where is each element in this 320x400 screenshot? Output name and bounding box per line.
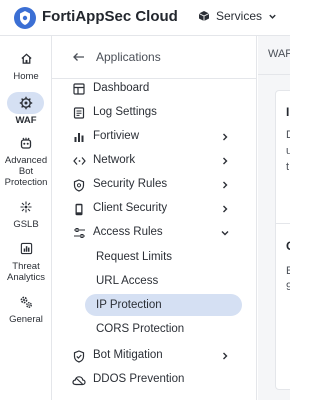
chevron-down-icon [269,14,276,19]
rail-label-gslb: GSLB [13,219,39,230]
main-content: WAF I D u t C E 9 [258,36,290,400]
menu-item-network[interactable]: Network [52,150,257,172]
card-text: 9 [286,281,290,293]
card-heading: C [286,239,290,253]
back-to-applications[interactable]: Applications [72,50,161,64]
cloud-icon [72,373,86,387]
chevron-right-icon [223,352,228,360]
services-dropdown[interactable]: Services [198,9,277,23]
menu-label: Bot Mitigation [93,349,163,361]
divider [276,223,290,224]
menu-item-log-settings[interactable]: Log Settings [52,102,257,124]
top-bar: FortiAppSec Cloud Services [0,0,290,36]
gears-icon [20,296,32,308]
card-text: E [286,265,290,277]
waf-icon [19,96,33,110]
network-icon [72,154,86,168]
rail-label-general: General [9,314,43,325]
breadcrumb: WAF [268,48,290,60]
submenu-label: URL Access [96,275,159,287]
rail-label-waf: WAF [15,115,37,126]
chevron-right-icon [223,133,228,141]
dashboard-icon [72,82,86,96]
app-title: FortiAppSec Cloud [42,8,178,25]
menu-item-dashboard[interactable]: Dashboard [52,78,257,100]
log-icon [72,106,86,120]
menu-label: Fortiview [93,130,140,142]
submenu-label: CORS Protection [96,323,185,335]
rail-label-advanced-bot-protection: Advanced Bot Protection [4,155,48,188]
waf-menu-panel: Applications Dashboard Log Settings Fort… [52,36,257,400]
rail-label-threat-analytics: Threat Analytics [6,261,45,283]
submenu-item-request-limits[interactable]: Request Limits [85,246,242,268]
submenu-item-cors-protection[interactable]: CORS Protection [85,318,242,340]
bar-chart-icon [72,130,86,144]
submenu-label: Request Limits [96,251,173,263]
menu-label: Dashboard [93,82,150,94]
card-text: D [286,129,290,141]
phone-icon [72,202,86,216]
card-text: t [286,161,290,173]
menu-item-fortiview[interactable]: Fortiview [52,126,257,148]
home-icon [20,53,32,64]
chevron-right-icon [223,157,228,165]
menu-label: Access Rules [93,226,163,238]
sliders-icon [72,226,86,240]
divider [258,74,290,75]
rail-item-home[interactable]: Home [0,52,52,82]
submenu-item-ip-protection[interactable]: IP Protection [85,294,242,316]
gslb-icon [20,201,32,213]
arrow-left-icon [73,53,84,61]
menu-label: Network [93,154,136,166]
chevron-right-icon [223,181,228,189]
shield-check-icon [72,349,86,363]
cube-icon [198,11,210,21]
menu-label: Client Security [93,202,168,214]
chevron-right-icon [223,205,228,213]
back-label: Applications [96,50,161,64]
chart-icon [20,242,32,255]
fortiappsec-logo-icon[interactable] [13,6,37,30]
content-card: I D u t C E 9 [275,90,290,390]
rail-item-threat-analytics[interactable]: Threat Analytics [0,242,52,283]
rail-label-home: Home [13,71,39,82]
shield-icon [72,178,86,192]
menu-item-ddos-prevention[interactable]: DDOS Prevention [52,369,257,391]
menu-label: Log Settings [93,106,157,118]
card-text: u [286,145,290,157]
card-heading: I [286,105,290,119]
chevron-down-icon [221,231,229,236]
nav-rail: Home WAF Advanced Bot Protection GSLB Th… [0,36,52,400]
services-label: Services [216,9,263,23]
submenu-label: IP Protection [96,299,162,311]
rail-item-advanced-bot-protection[interactable]: Advanced Bot Protection [0,136,52,188]
menu-item-access-rules[interactable]: Access Rules [52,222,257,244]
menu-item-bot-mitigation[interactable]: Bot Mitigation [52,345,257,367]
menu-item-client-security[interactable]: Client Security [52,198,257,220]
submenu-item-url-access[interactable]: URL Access [85,270,242,292]
menu-label: DDOS Prevention [93,373,185,385]
menu-item-security-rules[interactable]: Security Rules [52,174,257,196]
rail-item-general[interactable]: General [0,295,52,325]
rail-item-waf[interactable]: WAF [0,92,52,126]
menu-label: Security Rules [93,178,168,190]
rail-item-gslb[interactable]: GSLB [0,200,52,230]
bot-icon [20,137,32,149]
